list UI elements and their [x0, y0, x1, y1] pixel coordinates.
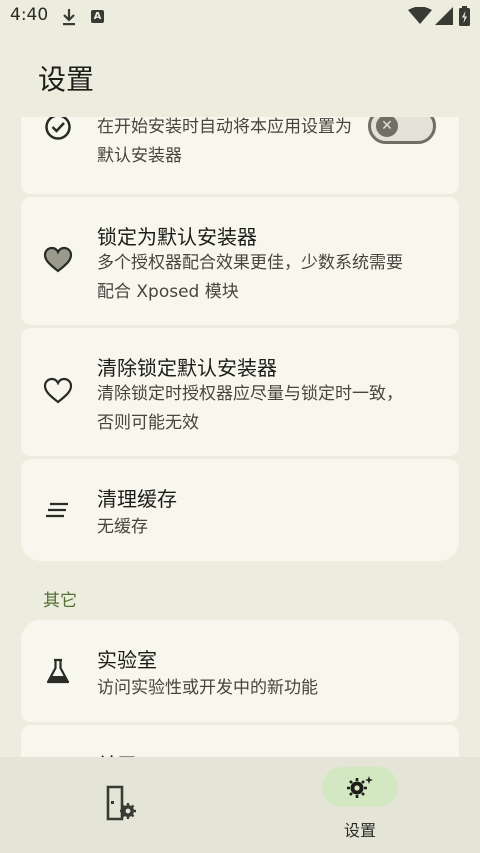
item-subtitle: 多个授权器配合效果更佳，少数系统需要配合 Xposed 模块: [97, 253, 403, 302]
signal-icon: [435, 7, 453, 25]
settings-list[interactable]: 在开始安装时自动将本应用设置为默认安装器 ✕ 锁定为默认安装器 多个授权器配合效…: [0, 117, 480, 757]
auto-default-toggle[interactable]: ✕: [368, 117, 436, 144]
item-subtitle: 清除锁定时授权器应尽量与锁定时一致，否则可能无效: [97, 384, 403, 433]
about-item[interactable]: 关于: [21, 725, 459, 757]
close-icon: ✕: [376, 117, 398, 137]
default-installer-auto-setting[interactable]: 在开始安装时自动将本应用设置为默认安装器 ✕: [21, 117, 459, 194]
download-icon: [63, 9, 75, 26]
status-bar: 4:40 A: [0, 0, 480, 34]
page-title: 设置: [38, 63, 95, 96]
clear-cache-icon: [46, 502, 68, 518]
clear-default-installer-item[interactable]: 清除锁定默认安装器 清除锁定时授权器应尽量与锁定时一致，否则可能无效: [21, 328, 459, 456]
item-subtitle: 在开始安装时自动将本应用设置为默认安装器: [97, 117, 352, 166]
bottom-navigation: 设置: [0, 757, 480, 853]
item-title: 清除锁定默认安装器: [97, 356, 277, 380]
item-title: 清理缓存: [97, 487, 177, 511]
lock-default-installer-item[interactable]: 锁定为默认安装器 多个授权器配合效果更佳，少数系统需要配合 Xposed 模块: [21, 197, 459, 325]
lab-item[interactable]: 实验室 访问实验性或开发中的新功能: [21, 620, 459, 722]
flask-icon: [46, 658, 70, 684]
section-header-other: 其它: [43, 591, 77, 611]
item-title: 锁定为默认安装器: [97, 225, 257, 249]
item-subtitle: 访问实验性或开发中的新功能: [97, 678, 318, 698]
nav-settings-label: 设置: [343, 821, 376, 840]
nav-settings-tab[interactable]: [322, 767, 398, 807]
nav-installer-settings-icon[interactable]: [96, 779, 144, 827]
notification-a-icon: A: [91, 10, 104, 23]
item-subtitle: 无缓存: [97, 517, 148, 537]
heart-outline-icon: [43, 377, 73, 404]
heart-filled-icon: [43, 246, 73, 273]
check-circle-icon: [45, 117, 71, 140]
clear-cache-item[interactable]: 清理缓存 无缓存: [21, 459, 459, 561]
settings-sparkle-icon: [347, 776, 373, 798]
status-time: 4:40: [10, 5, 49, 25]
wifi-icon: [408, 7, 432, 24]
item-title: 关于: [97, 749, 137, 757]
item-title: 实验室: [97, 648, 157, 672]
battery-icon: [459, 6, 470, 26]
